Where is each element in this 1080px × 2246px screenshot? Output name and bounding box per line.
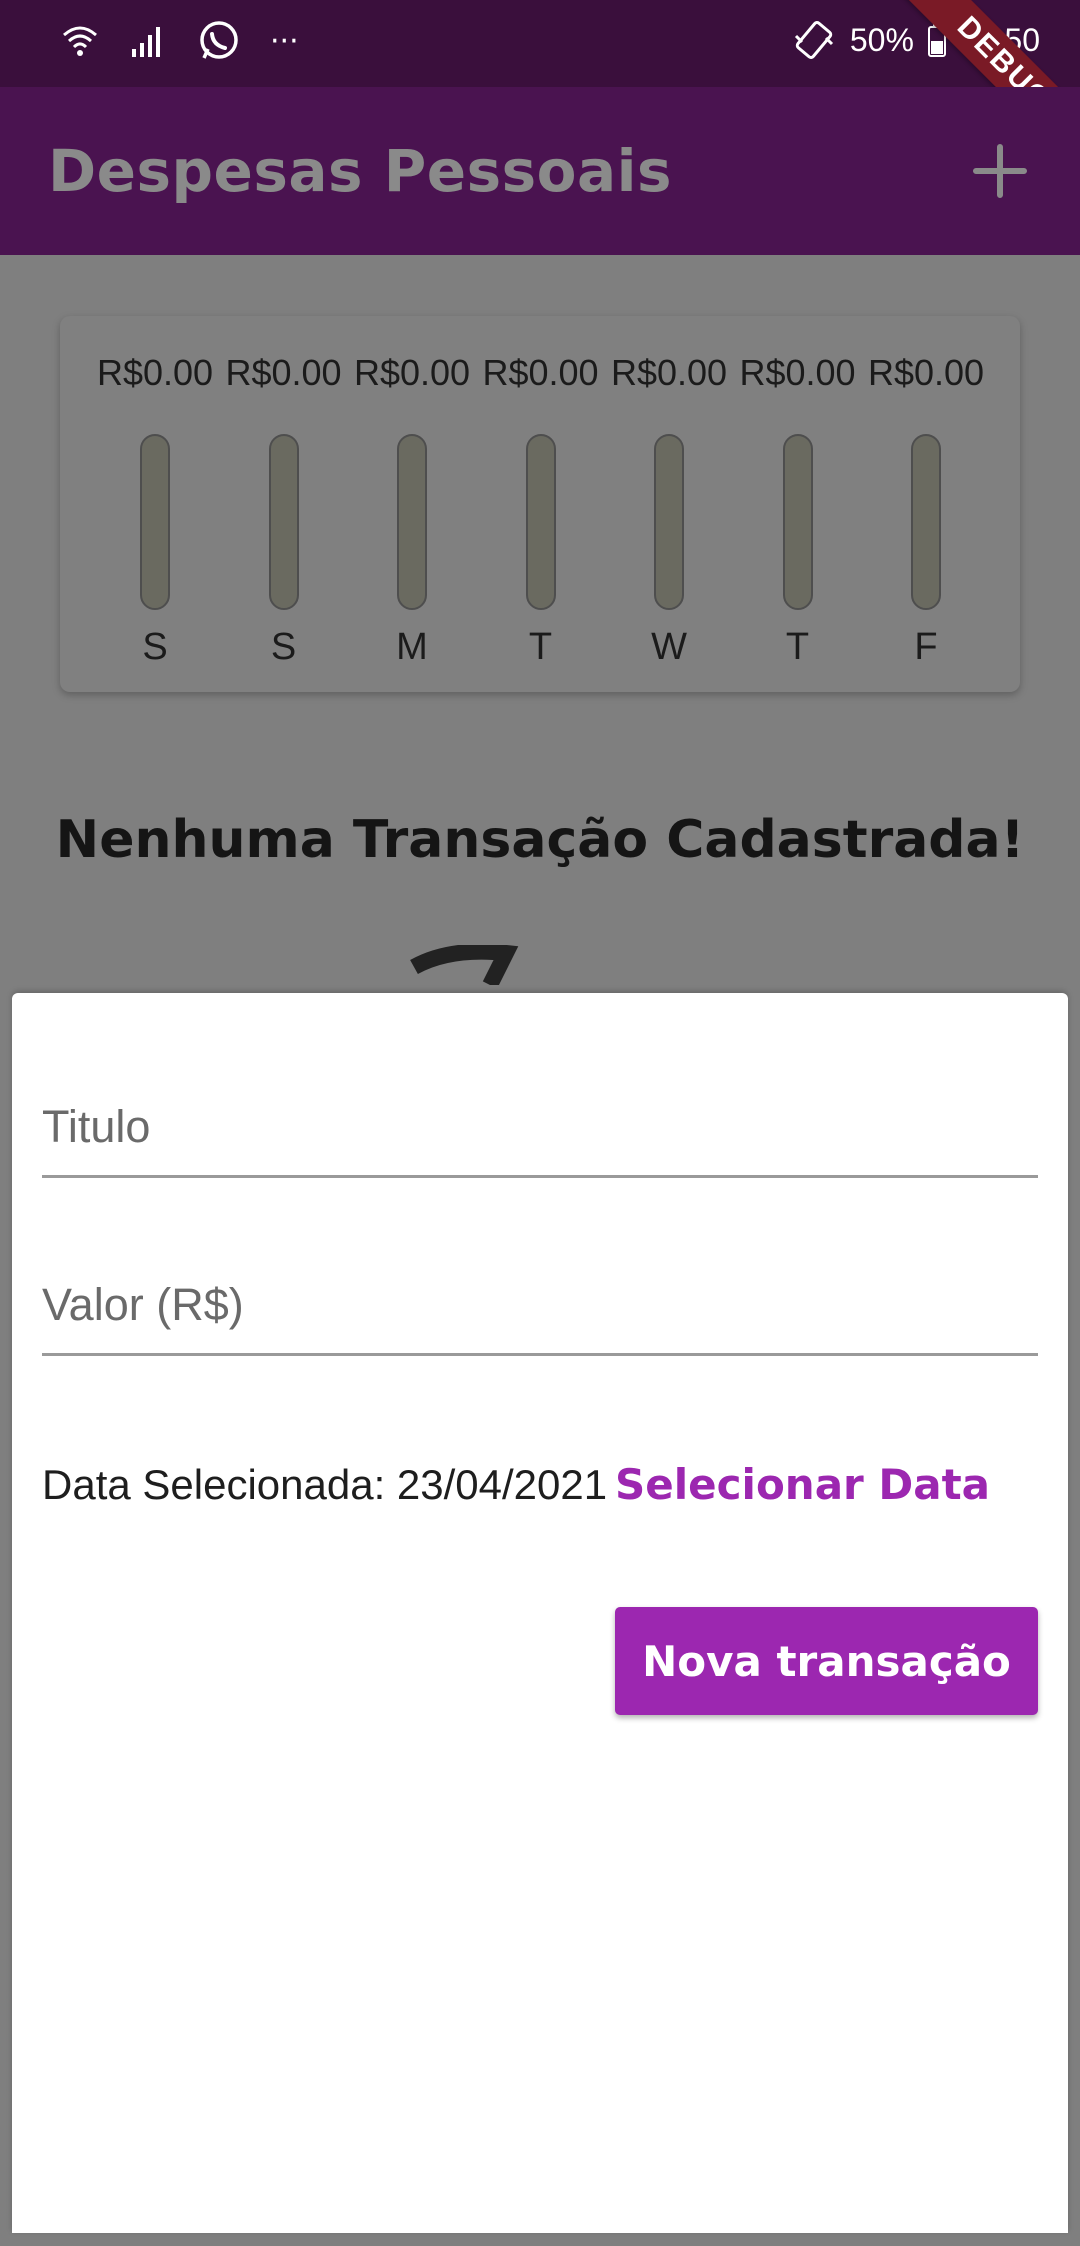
- bar-amount-label: R$0.00: [225, 352, 342, 393]
- status-icons-left: ···: [60, 18, 299, 64]
- bar-day-label: F: [914, 626, 938, 668]
- weekly-chart: R$0.00 S R$0.00 S R$0.00 M R$0.00 T R$0.00 W R$0.0…: [60, 316, 1020, 692]
- page-title: Despesas Pessoais: [48, 137, 673, 205]
- chart-bar-4: R$0.00 W: [605, 352, 733, 672]
- title-field: [42, 1065, 1038, 1178]
- empty-state-image: [410, 945, 519, 985]
- value-input[interactable]: [42, 1265, 1038, 1345]
- app-bar: Despesas Pessoais: [0, 87, 1080, 255]
- bar-day-label: W: [651, 626, 687, 668]
- bar-track: [782, 434, 813, 610]
- bar-track: [654, 434, 684, 610]
- chart-bar-6: R$0.00 F: [862, 352, 990, 672]
- signal-icon: [132, 27, 160, 57]
- more-icon: ···: [270, 23, 299, 59]
- bar-amount-label: R$0.00: [867, 352, 985, 393]
- battery-percent: 50%: [849, 21, 914, 58]
- bar-amount-label: R$0.00: [739, 352, 856, 393]
- empty-state-message: Nenhuma Transação Cadastrada!: [55, 810, 1025, 870]
- status-bar: ··· 50% 10:50 DEBUG: [0, 0, 1080, 186]
- value-field: [42, 1243, 1038, 1356]
- bar-day-label: T: [528, 626, 553, 668]
- new-transaction-button[interactable]: Nova transação: [615, 1607, 1038, 1715]
- bar-amount-label: R$0.00: [353, 352, 471, 393]
- bar-track: [525, 434, 556, 610]
- bar-track: [268, 434, 299, 610]
- bar-amount-label: R$0.00: [482, 352, 599, 393]
- chart-bar-3: R$0.00 T: [477, 352, 605, 672]
- selected-date-label: Data Selecionada: 23/04/2021: [42, 1461, 608, 1508]
- bar-amount-label: R$0.00: [96, 352, 214, 393]
- new-transaction-sheet: Data Selecionada: 23/04/2021 Selecionar …: [12, 993, 1068, 2233]
- select-date-button[interactable]: Selecionar Data: [615, 1455, 990, 1515]
- title-input[interactable]: [42, 1087, 1038, 1167]
- chart-bar-5: R$0.00 T: [734, 352, 862, 672]
- bar-track: [397, 434, 427, 610]
- bar-day-label: T: [785, 626, 810, 668]
- bar-track: [140, 434, 170, 610]
- bar-track: [911, 434, 941, 610]
- bar-day-label: M: [396, 626, 428, 668]
- bar-day-label: S: [270, 626, 297, 668]
- bar-day-label: S: [142, 626, 168, 668]
- date-row: Data Selecionada: 23/04/2021 Selecionar …: [42, 1455, 1038, 1515]
- chart-bar-2: R$0.00 M: [348, 352, 476, 672]
- chart-bar-1: R$0.00 S: [220, 352, 348, 672]
- whatsapp-icon: [200, 21, 238, 59]
- rotate-icon: [794, 21, 833, 59]
- wifi-icon: [63, 26, 97, 56]
- chart-bar-0: R$0.00 S: [91, 352, 219, 672]
- bar-amount-label: R$0.00: [610, 352, 728, 393]
- plus-icon[interactable]: [968, 139, 1032, 203]
